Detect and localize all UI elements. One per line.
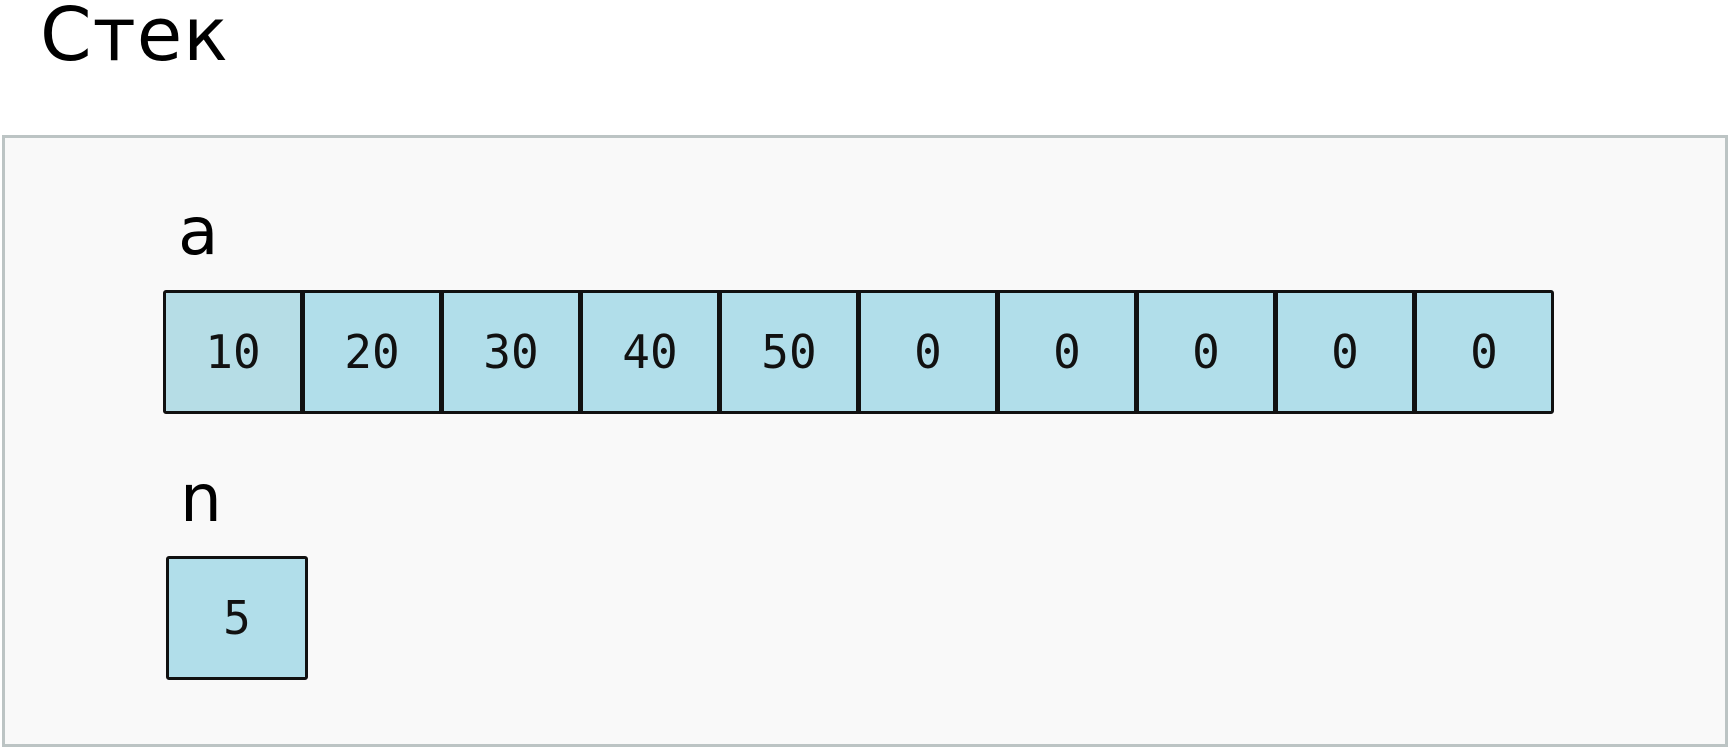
variable-label-a: a xyxy=(178,193,219,270)
array-cell: 0 xyxy=(858,290,998,414)
array-a: 10 20 30 40 50 0 0 0 0 0 xyxy=(163,290,1554,414)
array-cell: 50 xyxy=(719,290,859,414)
array-cell: 0 xyxy=(1136,290,1276,414)
array-cell: 30 xyxy=(441,290,581,414)
array-cell: 10 xyxy=(163,290,303,414)
array-cell: 0 xyxy=(1414,290,1554,414)
array-cell: 20 xyxy=(302,290,442,414)
variable-box-n: 5 xyxy=(166,556,308,680)
array-cell: 0 xyxy=(1275,290,1415,414)
array-cell: 40 xyxy=(580,290,720,414)
array-cell: 0 xyxy=(997,290,1137,414)
page-title: Стек xyxy=(40,0,229,78)
variable-label-n: n xyxy=(180,460,222,537)
